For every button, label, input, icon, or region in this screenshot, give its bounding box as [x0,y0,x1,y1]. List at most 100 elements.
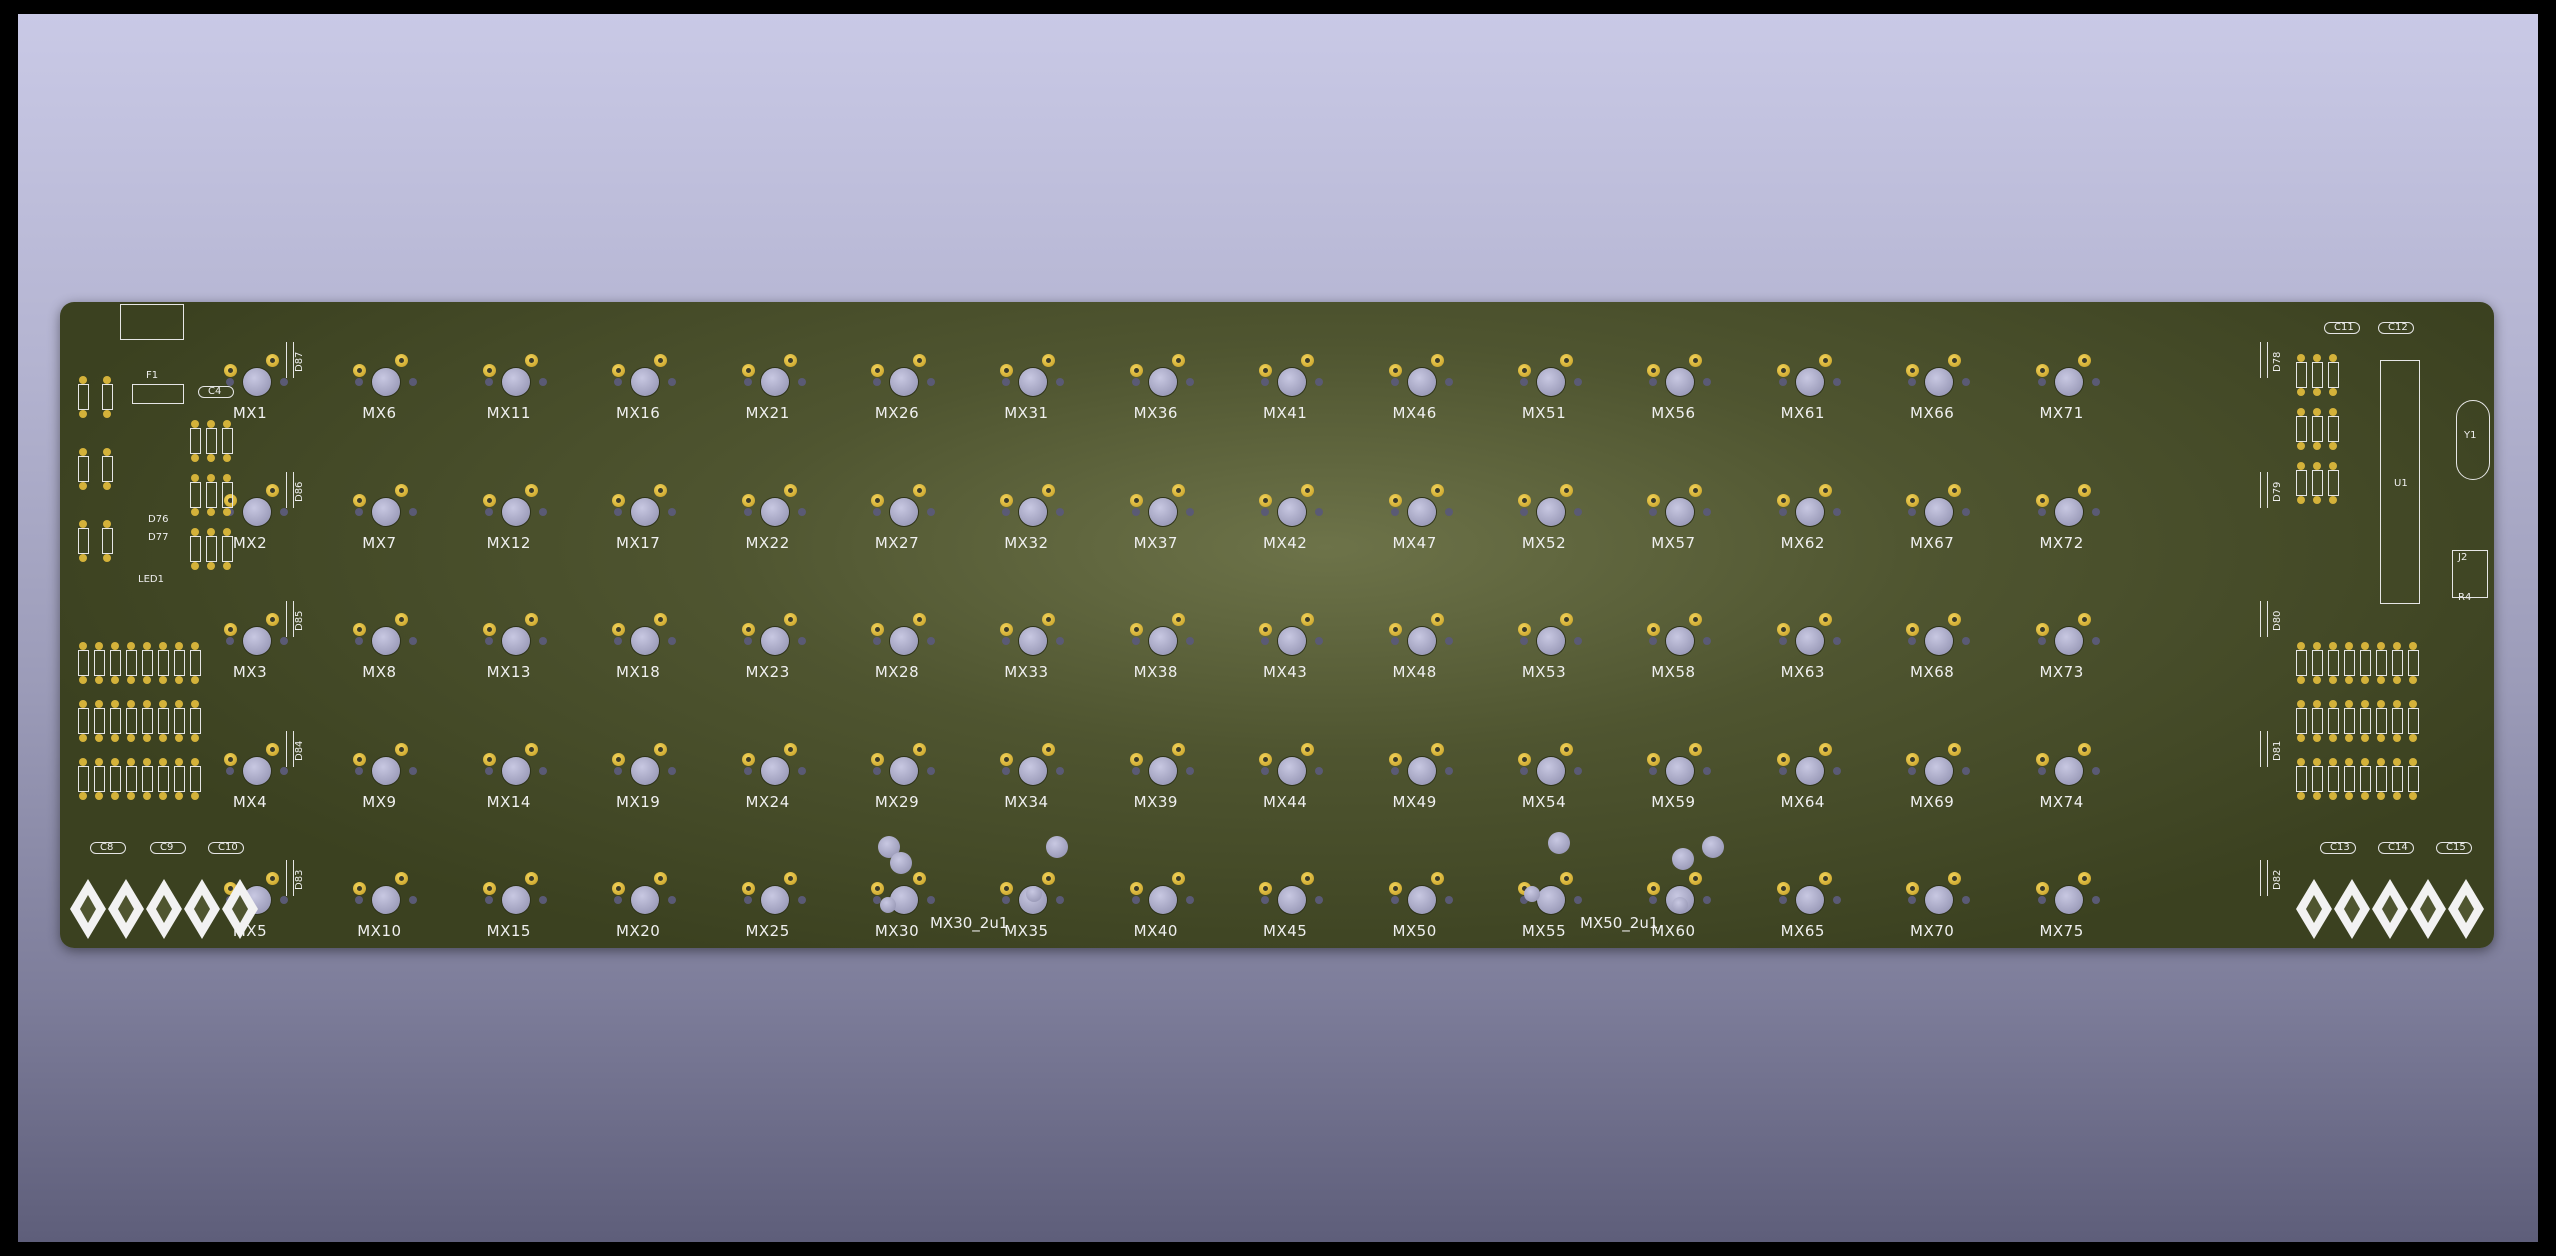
switch-footprint: MX49 [1365,739,1495,849]
solder-pad [191,758,199,766]
switch-peg-hole [1962,896,1971,904]
switch-footprint: MX15 [459,868,589,978]
switch-pad [612,752,626,766]
switch-footprint: MX36 [1106,350,1236,460]
switch-center-hole [760,886,789,914]
solder-pad [79,482,87,490]
smd-component [2360,766,2371,792]
smd-component [142,708,153,734]
switch-label: MX61 [1780,404,1825,422]
solder-pad [2313,462,2321,470]
switch-center-hole [1019,756,1048,785]
stabilizer-hole [1548,832,1570,854]
solder-pad [2329,408,2337,416]
switch-label: MX40 [1133,922,1178,940]
switch-label: MX48 [1392,663,1437,681]
switch-footprint: MX27 [847,480,977,590]
smd-component [2296,708,2307,734]
switch-peg-hole [1315,637,1324,645]
switch-peg-hole [1261,896,1270,904]
switch-peg-hole [1703,507,1712,516]
switch-pad [1000,364,1014,377]
smd-component [110,650,121,676]
switch-pad [524,613,538,626]
switch-peg-hole [1002,766,1011,775]
switch-pad [2077,354,2091,367]
switch-pad [1518,493,1531,507]
switch-footprint: MX17 [588,480,718,590]
switch-center-hole [631,756,660,785]
switch-peg-hole [1908,378,1917,386]
solder-pad [111,758,119,766]
switch-pad [1301,872,1315,885]
switch-pad [871,752,884,766]
switch-peg-hole [1131,896,1140,904]
solder-pad [2297,758,2305,766]
switch-pad [1818,872,1832,885]
solder-pad [127,734,135,742]
switch-peg-hole [927,637,935,645]
switch-peg-hole [355,637,364,645]
switch-peg-hole [1131,507,1140,516]
smd-component [2312,470,2323,496]
switch-pad [2035,882,2049,895]
solder-pad [2409,700,2417,708]
solder-pad [103,448,111,456]
solder-pad [2377,676,2385,684]
solder-pad [111,792,119,800]
switch-center-hole [1795,368,1824,396]
switch-pad [1776,364,1790,377]
switch-label: MX53 [1521,663,1567,681]
solder-pad [2361,700,2369,708]
smd-component [2328,650,2339,676]
switch-peg-hole [1131,637,1140,645]
solder-pad [2329,676,2337,684]
switch-pad [1000,493,1014,507]
switch-peg-hole [1703,637,1712,645]
switch-footprint: MX72 [2012,480,2142,590]
switch-footprint: MX46 [1365,350,1495,460]
switch-pad [1430,483,1444,497]
smd-component [142,650,153,676]
switch-label: MX15 [486,922,531,940]
solder-pad [175,758,183,766]
switch-center-hole [1278,756,1307,785]
switch-pad [266,613,279,626]
switch-peg-hole [1649,507,1658,516]
switch-peg-hole [2091,896,2100,904]
solder-pad [2329,758,2337,766]
switch-pad [1430,742,1444,756]
solder-pad [2409,642,2417,650]
solder-pad [95,792,103,800]
solder-pad [2409,758,2417,766]
switch-peg-hole [927,378,935,386]
solder-pad [2361,734,2369,742]
switch-peg-hole [2037,896,2046,904]
capacitor-label: C9 [160,842,174,853]
switch-peg-hole [1261,507,1270,516]
solder-pad [79,758,87,766]
switch-pad [1906,623,1920,636]
switch-center-hole [1407,497,1436,526]
3d-viewport[interactable]: MX1 MX6 MX11 MX16 MX21 MX26 MX31 MX36 MX41 MX46 MX… [18,14,2538,1242]
smd-component [158,766,169,792]
switch-pad [1518,364,1531,377]
solder-pad [2409,792,2417,800]
switch-pad [741,364,755,377]
switch-footprint: MX39 [1106,739,1236,849]
switch-footprint: MX19 [588,739,718,849]
switch-label: MX23 [745,663,790,681]
switch-pad [1301,613,1315,626]
switch-center-hole [1019,497,1048,526]
switch-peg-hole [1574,507,1582,516]
switch-center-hole [1278,627,1307,655]
stab-label: MX30_2u1 [930,914,1009,932]
switch-footprint: MX42 [1235,480,1365,590]
switch-peg-hole [2037,378,2046,386]
switch-peg-hole [1261,766,1270,775]
switch-footprint: MX40 [1106,868,1236,978]
switch-label: MX67 [1910,533,1955,552]
switch-pad [395,483,409,497]
solder-pad [79,376,87,384]
diode-label: D83 [294,869,305,890]
